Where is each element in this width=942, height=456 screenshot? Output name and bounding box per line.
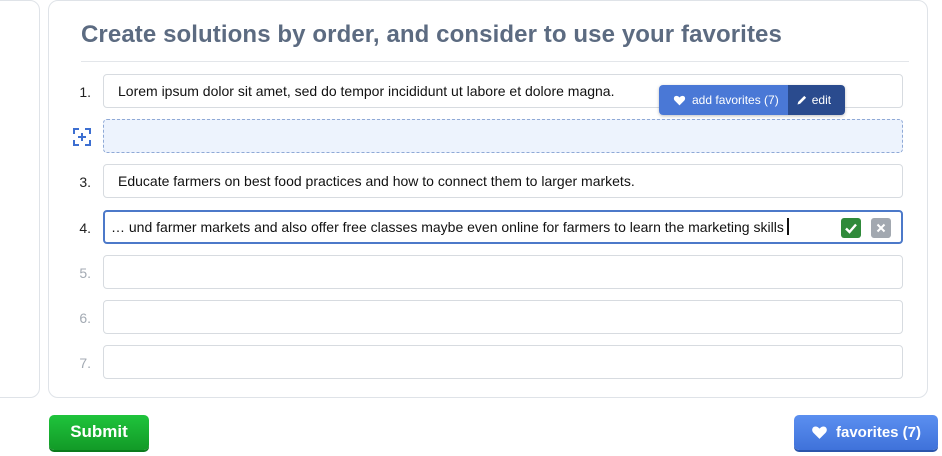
favorites-popover: add favorites (7) edit bbox=[659, 85, 846, 115]
solution-row-7: 7. bbox=[49, 345, 929, 381]
page-title: Create solutions by order, and consider … bbox=[81, 21, 782, 48]
edit-button[interactable]: edit bbox=[787, 85, 846, 115]
row-number: 3. bbox=[79, 174, 91, 190]
solutions-card: Create solutions by order, and consider … bbox=[48, 0, 928, 398]
pencil-icon bbox=[797, 95, 806, 105]
solution-row-2 bbox=[49, 119, 929, 155]
solution-row-3: 3. Educate farmers on best food practice… bbox=[49, 164, 929, 200]
row-number: 6. bbox=[79, 310, 91, 326]
insert-drop-icon[interactable] bbox=[73, 128, 91, 146]
confirm-button[interactable] bbox=[841, 218, 861, 238]
heart-icon bbox=[673, 95, 686, 105]
solution-row-6: 6. bbox=[49, 300, 929, 336]
solution-row-5: 5. bbox=[49, 255, 929, 291]
title-divider bbox=[81, 61, 909, 62]
row-number: 5. bbox=[79, 265, 91, 281]
solution-row-4: 4. … und farmer markets and also offer f… bbox=[49, 210, 929, 246]
add-favorites-label: add favorites (7) bbox=[692, 93, 779, 107]
favorites-button[interactable]: favorites (7) bbox=[794, 415, 938, 450]
row-number: 1. bbox=[79, 84, 91, 100]
left-side-panel bbox=[0, 0, 40, 398]
edit-label: edit bbox=[811, 93, 832, 107]
solution-input-3[interactable]: Educate farmers on best food practices a… bbox=[103, 164, 903, 198]
heart-icon bbox=[812, 426, 827, 439]
solution-input-4[interactable]: … und farmer markets and also offer free… bbox=[103, 210, 903, 244]
solution-input-4-text: … und farmer markets and also offer free… bbox=[111, 219, 784, 235]
row-number: 7. bbox=[79, 355, 91, 371]
text-caret bbox=[786, 218, 789, 235]
checkmark-icon bbox=[845, 223, 857, 234]
row-number: 4. bbox=[79, 220, 91, 236]
favorites-label: favorites (7) bbox=[835, 423, 922, 441]
drop-zone[interactable] bbox=[103, 119, 903, 153]
solution-input-5[interactable] bbox=[103, 255, 903, 289]
submit-button[interactable]: Submit bbox=[49, 415, 149, 450]
close-icon bbox=[876, 223, 886, 233]
solution-input-6[interactable] bbox=[103, 300, 903, 334]
add-favorites-button[interactable]: add favorites (7) bbox=[659, 85, 788, 115]
cancel-button[interactable] bbox=[871, 218, 891, 238]
solution-input-7[interactable] bbox=[103, 345, 903, 379]
